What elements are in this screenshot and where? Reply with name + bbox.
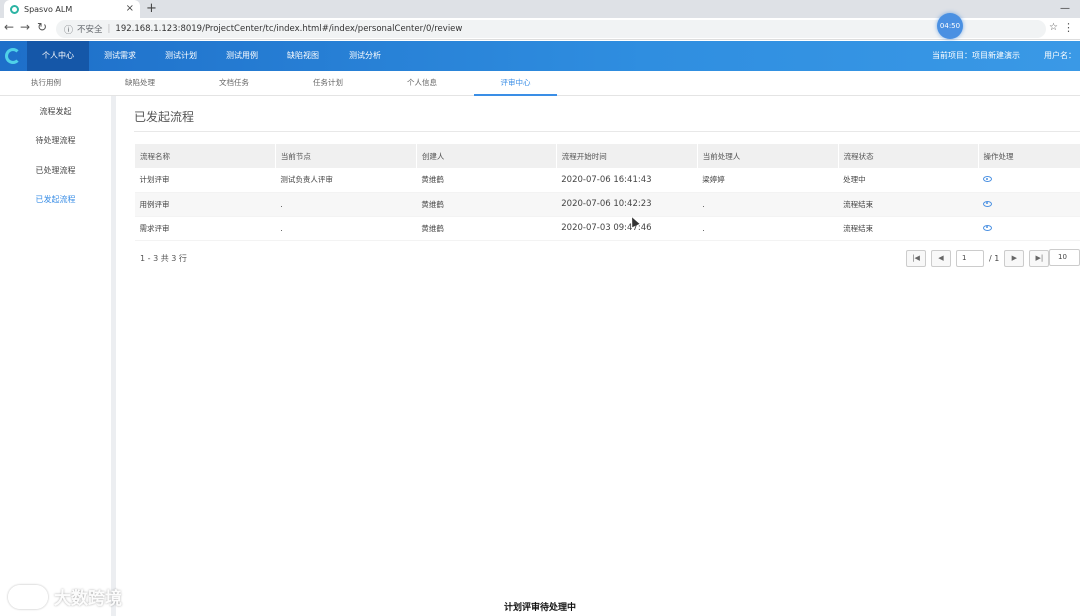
app-favicon-icon <box>10 4 19 14</box>
cell-actions <box>978 216 1080 241</box>
cell-status: 流程结束 <box>838 216 979 241</box>
column-header[interactable]: 操作处理 <box>977 144 1080 168</box>
cell-status: 处理中 <box>838 168 979 193</box>
tab-review-center[interactable]: 评审中心 <box>474 71 557 96</box>
view-eye-icon[interactable] <box>983 224 993 231</box>
tab-personal-info[interactable]: 个人信息 <box>396 71 448 96</box>
sidebar-item-initiated[interactable]: 已发起流程 <box>0 194 111 205</box>
username-label[interactable]: 用户名： <box>1044 41 1076 71</box>
cell-current-node: . <box>275 216 417 241</box>
forward-icon[interactable]: → <box>20 20 30 34</box>
page-size-select[interactable]: 10 <box>1049 249 1080 266</box>
column-header[interactable]: 创建人 <box>415 144 557 168</box>
security-label: 不安全 <box>77 25 103 35</box>
url-text: 192.168.1.123:8019/ProjectCenter/tc/inde… <box>115 24 463 34</box>
prev-page-icon[interactable]: ◀ <box>931 249 951 267</box>
table-row[interactable]: 用例评审 . 黄维鹤 2020-07-06 10:42:23 . 流程结束 <box>134 192 1080 217</box>
sidebar-item-processed[interactable]: 已处理流程 <box>0 165 111 176</box>
browser-tabbar: Spasvo ALM × + — <box>0 0 1080 18</box>
column-header[interactable]: 流程状态 <box>837 144 979 168</box>
back-icon[interactable]: ← <box>4 20 14 34</box>
cell-current-node: . <box>275 192 417 217</box>
pagination-summary: 1 - 3 共 3 行 <box>140 254 187 263</box>
last-page-icon[interactable]: ▶| <box>1029 249 1050 267</box>
main-content: 已发起流程 流程名称 当前节点 创建人 流程开始时间 当前处理人 流程状态 操作… <box>121 96 1080 616</box>
cell-creator: 黄维鹤 <box>416 192 557 217</box>
new-tab-icon[interactable]: + <box>146 1 157 16</box>
column-header[interactable]: 当前处理人 <box>696 144 839 168</box>
recording-timer: 04:50 <box>937 13 963 39</box>
browser-tab-title: Spasvo ALM <box>24 4 73 14</box>
app-logo[interactable] <box>0 41 26 71</box>
window-controls: — <box>1050 0 1080 18</box>
browser-menu-icon[interactable]: ⋮ <box>1063 21 1074 34</box>
cell-creator: 黄维鹤 <box>416 168 557 193</box>
title-divider <box>134 131 1080 132</box>
subtab-bar: 执行用例 缺陷处理 文档任务 任务计划 个人信息 评审中心 <box>0 71 1080 96</box>
logo-icon <box>5 48 21 64</box>
nav-test-analysis[interactable]: 测试分析 <box>334 41 396 71</box>
info-icon: ⓘ <box>64 25 74 36</box>
page-number-input[interactable]: 1 <box>956 249 984 267</box>
first-page-icon[interactable]: |◀ <box>906 249 926 267</box>
browser-address-bar: ← → ↻ ⓘ 不安全 | 192.168.1.123:8019/Project… <box>0 18 1080 40</box>
sidebar-item-start-process[interactable]: 流程发起 <box>0 106 111 117</box>
column-header[interactable]: 流程开始时间 <box>555 144 698 168</box>
view-eye-icon[interactable] <box>983 200 993 207</box>
cell-actions <box>978 192 1080 217</box>
video-caption: 计划评审待处理中 <box>503 603 576 613</box>
cell-status: 流程结束 <box>838 192 979 217</box>
table-header-row: 流程名称 当前节点 创建人 流程开始时间 当前处理人 流程状态 操作处理 <box>134 144 1080 168</box>
cell-process-name: 用例评审 <box>134 192 276 217</box>
cell-creator: 黄维鹤 <box>416 216 557 241</box>
process-table: 流程名称 当前节点 创建人 流程开始时间 当前处理人 流程状态 操作处理 计划评… <box>134 144 1080 241</box>
url-separator: | <box>107 24 111 34</box>
next-page-icon[interactable]: ▶ <box>1004 249 1025 267</box>
cell-current-handler: . <box>697 192 839 217</box>
column-header[interactable]: 流程名称 <box>134 144 276 168</box>
cell-start-time: 2020-07-03 09:47:46 <box>556 216 698 241</box>
bookmark-star-icon[interactable]: ☆ <box>1049 22 1058 33</box>
cell-current-handler: 梁婷婷 <box>697 168 839 193</box>
nav-test-plan[interactable]: 测试计划 <box>150 41 212 71</box>
page-title: 已发起流程 <box>134 110 195 124</box>
table-row[interactable]: 需求评审 . 黄维鹤 2020-07-03 09:47:46 . 流程结束 <box>134 216 1080 241</box>
cell-current-handler: . <box>697 216 839 241</box>
url-input[interactable]: ⓘ 不安全 | 192.168.1.123:8019/ProjectCenter… <box>56 20 1046 38</box>
column-header[interactable]: 当前节点 <box>274 144 417 168</box>
table-row[interactable]: 计划评审 测试负责人评审 黄维鹤 2020-07-06 16:41:43 梁婷婷… <box>134 168 1080 193</box>
total-pages: / 1 <box>989 253 1000 263</box>
tab-execute-cases[interactable]: 执行用例 <box>20 71 72 96</box>
nav-test-requirements[interactable]: 测试需求 <box>89 41 151 71</box>
nav-defect-view[interactable]: 缺陷视图 <box>272 41 334 71</box>
cell-process-name: 计划评审 <box>134 168 276 193</box>
sidebar: 流程发起 待处理流程 已处理流程 已发起流程 <box>0 96 116 616</box>
pagination-controls: |◀ ◀ 1 / 1 ▶ ▶| <box>906 249 1054 267</box>
tab-task-plan[interactable]: 任务计划 <box>302 71 354 96</box>
minimize-icon[interactable]: — <box>1050 0 1080 18</box>
current-project[interactable]: 当前项目：项目新建演示 <box>932 41 1020 71</box>
tab-defect-handling[interactable]: 缺陷处理 <box>114 71 166 96</box>
view-eye-icon[interactable] <box>983 176 993 183</box>
tab-document-tasks[interactable]: 文档任务 <box>208 71 260 96</box>
cell-process-name: 需求评审 <box>134 216 276 241</box>
nav-personal-center[interactable]: 个人中心 <box>27 41 89 71</box>
reload-icon[interactable]: ↻ <box>37 20 47 34</box>
sidebar-item-pending[interactable]: 待处理流程 <box>0 135 111 146</box>
app-navbar: 个人中心 测试需求 测试计划 测试用例 缺陷视图 测试分析 当前项目：项目新建演… <box>0 41 1080 71</box>
cell-start-time: 2020-07-06 16:41:43 <box>556 168 698 193</box>
cell-current-node: 测试负责人评审 <box>275 168 417 193</box>
close-tab-icon[interactable]: × <box>126 3 134 14</box>
nav-test-cases[interactable]: 测试用例 <box>211 41 273 71</box>
cell-start-time: 2020-07-06 10:42:23 <box>556 192 698 217</box>
browser-tab[interactable]: Spasvo ALM × <box>4 0 140 18</box>
cell-actions <box>978 168 1080 193</box>
